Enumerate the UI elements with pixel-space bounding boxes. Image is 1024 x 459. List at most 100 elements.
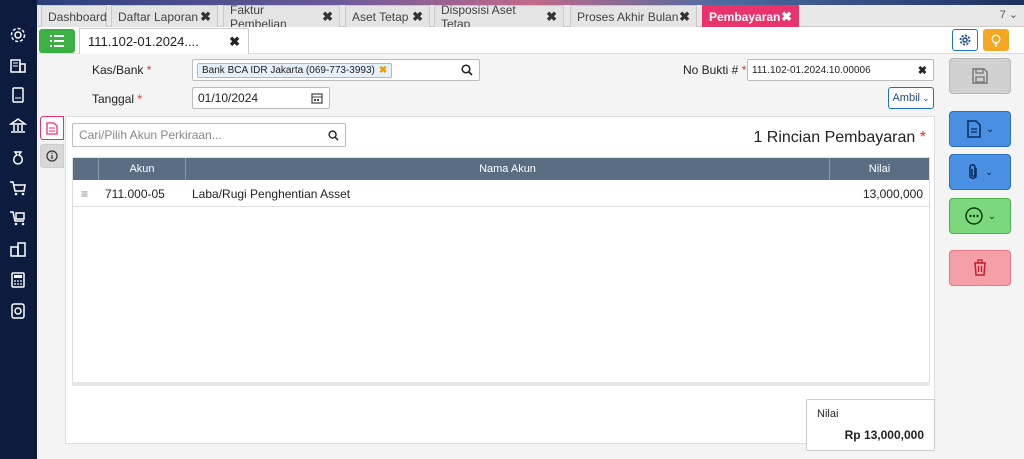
more-icon — [965, 207, 983, 225]
drag-handle-icon[interactable]: ≡ — [81, 180, 97, 207]
cart-icon[interactable] — [8, 178, 28, 198]
attachment-button[interactable]: ⌄ — [949, 154, 1011, 190]
details-tab[interactable] — [40, 116, 64, 140]
table-row[interactable]: ≡ 711.000-05 Laba/Rugi Penghentian Asset… — [73, 180, 929, 207]
document-bar: 111.102-01.2024.... ✖ — [37, 27, 1024, 54]
money-bag-icon[interactable] — [8, 147, 28, 167]
tab-label: Dashboard — [48, 9, 107, 24]
chevron-down-icon: ⌄ — [1008, 9, 1018, 21]
column-header-nilai[interactable]: Nilai — [830, 158, 929, 180]
close-icon[interactable]: ✖ — [322, 9, 333, 25]
chevron-down-icon: ⌄ — [985, 123, 995, 135]
cell-nama-akun: Laba/Rugi Penghentian Asset — [192, 186, 351, 201]
handle-column-header — [73, 158, 99, 180]
kas-bank-chip: Bank BCA IDR Jakarta (069-773-3993) ✖ — [197, 62, 393, 78]
tanggal-field[interactable]: 01/10/2024 — [192, 87, 330, 109]
tab-label: Aset Tetap — [352, 9, 409, 24]
tablet-icon[interactable] — [8, 85, 28, 105]
more-options-button[interactable]: ⌄ — [949, 198, 1011, 234]
delete-button[interactable] — [949, 250, 1011, 286]
kas-bank-field[interactable]: Bank BCA IDR Jakarta (069-773-3993) ✖ — [192, 59, 480, 81]
warehouse-icon[interactable] — [8, 239, 28, 259]
calculator-icon[interactable] — [8, 270, 28, 290]
tab-daftar-laporan[interactable]: Daftar Laporan ✖ — [111, 5, 218, 27]
sidebar — [0, 0, 37, 459]
calendar-icon — [311, 93, 323, 104]
main-content: Kas/Bank * Bank BCA IDR Jakarta (069-773… — [37, 54, 1024, 459]
save-button[interactable] — [949, 58, 1011, 94]
close-icon[interactable]: ✖ — [781, 9, 792, 25]
details-title-text: 1 Rincian Pembayaran — [753, 129, 916, 146]
tab-dashboard[interactable]: Dashboard — [41, 5, 107, 27]
no-bukti-value: 111.102-01.2024.10.00006 — [752, 64, 871, 76]
paperclip-icon — [969, 164, 977, 179]
tab-label: Pembayaran — [709, 9, 781, 24]
info-icon — [46, 150, 58, 162]
tanggal-value: 01/10/2024 — [198, 91, 259, 105]
required-mark: * — [919, 129, 926, 146]
gear-icon — [959, 34, 971, 46]
lightbulb-icon — [991, 34, 1001, 47]
settings-button[interactable] — [952, 29, 978, 51]
tab-bar: Dashboard Daftar Laporan ✖ Faktur Pembel… — [37, 0, 1024, 31]
total-label: Nilai — [817, 408, 839, 420]
search-icon — [328, 129, 339, 141]
trash-icon — [974, 259, 986, 276]
list-view-button[interactable] — [39, 29, 75, 53]
ambil-button[interactable]: Ambil ⌄ — [888, 87, 934, 109]
tab-aset-tetap[interactable]: Aset Tetap ✖ — [345, 5, 430, 27]
report-icon[interactable] — [8, 301, 28, 321]
cart-box-icon[interactable] — [8, 208, 28, 228]
cell-akun: 711.000-05 — [105, 186, 165, 201]
chevron-down-icon: ⌄ — [984, 166, 994, 178]
tab-label: Proses Akhir Bulan — [577, 9, 679, 24]
details-panel: Cari/Pilih Akun Perkiraan... 1 Rincian P… — [65, 116, 935, 444]
details-table: Akun Nama Akun Nilai ≡ 711.000-05 Laba/R… — [72, 157, 930, 383]
table-header: Akun Nama Akun Nilai — [73, 158, 929, 180]
chip-remove-icon[interactable]: ✖ — [379, 65, 387, 76]
clear-icon[interactable]: ✖ — [918, 64, 927, 77]
tab-proses-akhir-bulan[interactable]: Proses Akhir Bulan ✖ — [570, 5, 697, 27]
tab-count: 7 — [999, 9, 1006, 21]
tab-disposisi-aset-tetap[interactable]: Disposisi Aset Tetap ✖ — [434, 3, 564, 31]
details-title: 1 Rincian Pembayaran * — [753, 129, 926, 147]
tab-pembayaran[interactable]: Pembayaran ✖ — [702, 5, 799, 27]
document-tab-label: 111.102-01.2024.... — [88, 34, 199, 49]
settings-gear-icon[interactable] — [8, 25, 28, 45]
tab-count-dropdown[interactable]: 7 ⌄ — [1000, 8, 1018, 21]
tips-button[interactable] — [983, 29, 1009, 51]
bank-icon[interactable] — [8, 116, 28, 136]
chevron-down-icon: ⌄ — [987, 210, 997, 222]
building-icon[interactable] — [8, 55, 28, 75]
close-icon[interactable]: ✖ — [679, 9, 690, 25]
horizontal-scrollbar[interactable] — [72, 382, 930, 386]
close-icon[interactable]: ✖ — [200, 9, 211, 25]
no-bukti-label: No Bukti # * — [683, 63, 746, 77]
account-search-input[interactable]: Cari/Pilih Akun Perkiraan... — [72, 123, 346, 147]
search-icon — [461, 64, 473, 76]
column-header-nama-akun[interactable]: Nama Akun — [186, 158, 830, 180]
tab-faktur-pembelian[interactable]: Faktur Pembelian ✖ — [223, 3, 340, 31]
info-tab[interactable] — [40, 144, 64, 168]
tanggal-label-text: Tanggal — [92, 92, 135, 106]
close-icon[interactable]: ✖ — [412, 9, 423, 25]
tab-label: Daftar Laporan — [118, 9, 199, 24]
list-icon — [50, 35, 64, 47]
save-icon — [972, 68, 988, 84]
tanggal-label: Tanggal * — [92, 92, 142, 106]
kas-bank-label-text: Kas/Bank — [92, 63, 144, 77]
total-box: Nilai Rp 13,000,000 — [806, 399, 935, 451]
column-header-akun[interactable]: Akun — [99, 158, 186, 180]
close-icon[interactable]: ✖ — [229, 34, 240, 50]
required-mark: * — [741, 63, 747, 77]
total-value: Rp 13,000,000 — [844, 428, 924, 442]
document-tab[interactable]: 111.102-01.2024.... ✖ — [79, 28, 249, 54]
close-icon[interactable]: ✖ — [546, 9, 557, 25]
document-icon — [967, 120, 981, 138]
kas-bank-value: Bank BCA IDR Jakarta (069-773-3993) — [202, 64, 375, 76]
cell-nilai: 13,000,000 — [862, 186, 923, 201]
document-icon — [46, 121, 58, 135]
document-menu-button[interactable]: ⌄ — [949, 111, 1011, 147]
no-bukti-field[interactable]: 111.102-01.2024.10.00006 ✖ — [747, 59, 934, 81]
no-bukti-label-text: No Bukti # — [683, 63, 739, 77]
